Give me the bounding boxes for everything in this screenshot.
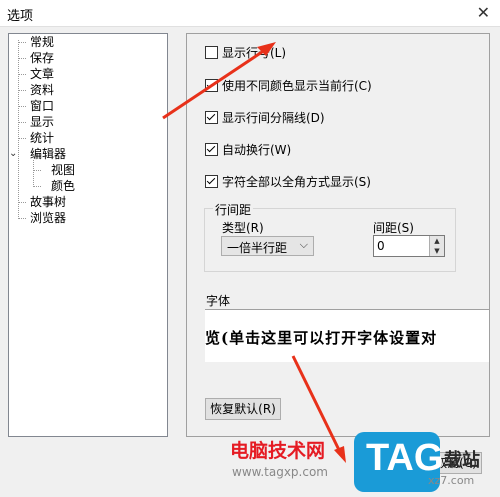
tree-line <box>18 138 26 139</box>
word-wrap-option[interactable]: 自动换行(W) <box>205 141 291 157</box>
tree-item-color[interactable]: 颜色 <box>50 178 76 194</box>
tree-line <box>18 40 19 217</box>
checkbox[interactable] <box>205 45 218 59</box>
annotation-arrowhead-bottom <box>334 446 346 463</box>
tree-item-browser[interactable]: 浏览器 <box>29 210 67 226</box>
tree-item-label: 故事树 <box>30 195 67 209</box>
chevron-down-icon: ⌵ <box>299 238 308 251</box>
checkbox[interactable] <box>205 78 218 92</box>
tree-line <box>33 186 41 187</box>
tree-item-window[interactable]: 窗口 <box>29 98 55 114</box>
tree-item-label: 统计 <box>30 131 55 145</box>
tree-item-view[interactable]: 视图 <box>50 162 76 178</box>
stepper-value: 0 <box>377 239 385 253</box>
tree-line <box>18 122 26 123</box>
tree-line <box>33 160 34 185</box>
checkbox-label: 字符全部以全角方式显示(S) <box>222 174 371 189</box>
tree-item-save[interactable]: 保存 <box>29 50 55 66</box>
checkbox[interactable] <box>205 142 218 156</box>
font-preview-text: 览(单击这里可以打开字体设置对 <box>205 329 438 347</box>
checkbox-label: 使用不同颜色显示当前行(C) <box>222 78 372 93</box>
watermark-right-text: 载站 <box>444 450 480 471</box>
tree-line <box>18 74 26 75</box>
spacing-type-select[interactable]: 一倍半行距 ⌵ <box>221 236 314 256</box>
tree-item-label: 窗口 <box>30 99 55 113</box>
restore-defaults-button[interactable]: 恢复默认(R) <box>205 398 281 420</box>
tree-line <box>18 58 26 59</box>
close-icon[interactable]: ✕ <box>477 3 490 22</box>
font-label: 字体 <box>206 294 231 308</box>
tree-line <box>18 42 26 43</box>
tree-item-label: 浏览器 <box>30 211 67 225</box>
watermark-url: www.tagxp.com <box>232 465 328 479</box>
tree-item-label: 资料 <box>30 83 55 97</box>
tree-item-label: 编辑器 <box>30 147 67 161</box>
tree-line <box>33 170 41 171</box>
highlight-current-line-option[interactable]: 使用不同颜色显示当前行(C) <box>205 77 372 93</box>
checkbox[interactable] <box>205 110 218 124</box>
tree-line <box>18 202 26 203</box>
tree-item-label: 视图 <box>51 163 76 177</box>
tree-item-label: 显示 <box>30 115 55 129</box>
checkbox-label: 自动换行(W) <box>222 142 292 157</box>
tree-line <box>18 218 26 219</box>
tree-item-display[interactable]: 显示 <box>29 114 55 130</box>
tree-item-label: 文章 <box>30 67 55 81</box>
tree-item-article[interactable]: 文章 <box>29 66 55 82</box>
spacing-value-label: 间距(S) <box>373 221 414 235</box>
tree-item-editor[interactable]: 编辑器 <box>29 146 67 162</box>
arrow-down-icon[interactable]: ▼ <box>429 246 444 256</box>
checkbox-label: 显示行间分隔线(D) <box>222 110 325 125</box>
tree-item-material[interactable]: 资料 <box>29 82 55 98</box>
font-preview-box[interactable]: 览(单击这里可以打开字体设置对 <box>205 309 489 362</box>
tree-item-story-tree[interactable]: 故事树 <box>29 194 67 210</box>
full-width-chars-option[interactable]: 字符全部以全角方式显示(S) <box>205 173 371 189</box>
tree-line <box>18 90 26 91</box>
watermark-brand: 电脑技术网 <box>230 440 326 462</box>
checkbox-label: 显示行号(L) <box>222 45 287 60</box>
tree-line <box>18 106 26 107</box>
checkbox[interactable] <box>205 174 218 188</box>
watermark-right-url: xz7.com <box>428 474 475 487</box>
tree-item-label: 常规 <box>30 35 55 49</box>
window-title: 选项 <box>7 9 34 24</box>
show-line-numbers-option[interactable]: 显示行号(L) <box>205 44 286 60</box>
spacing-type-label: 类型(R) <box>222 221 264 235</box>
tree-item-general[interactable]: 常规 <box>29 34 55 50</box>
title-bar: 选项 ✕ <box>0 0 500 27</box>
tree-item-label: 颜色 <box>51 179 76 193</box>
line-spacing-title: 行间距 <box>213 201 254 218</box>
spacing-stepper[interactable]: 0 ▲ ▼ <box>373 235 445 257</box>
selected-value: 一倍半行距 <box>227 241 288 255</box>
tree-item-label: 保存 <box>30 51 55 65</box>
chevron-down-icon[interactable]: ⌄ <box>9 149 19 159</box>
tree-item-stats[interactable]: 统计 <box>29 130 55 146</box>
line-separator-option[interactable]: 显示行间分隔线(D) <box>205 109 325 125</box>
